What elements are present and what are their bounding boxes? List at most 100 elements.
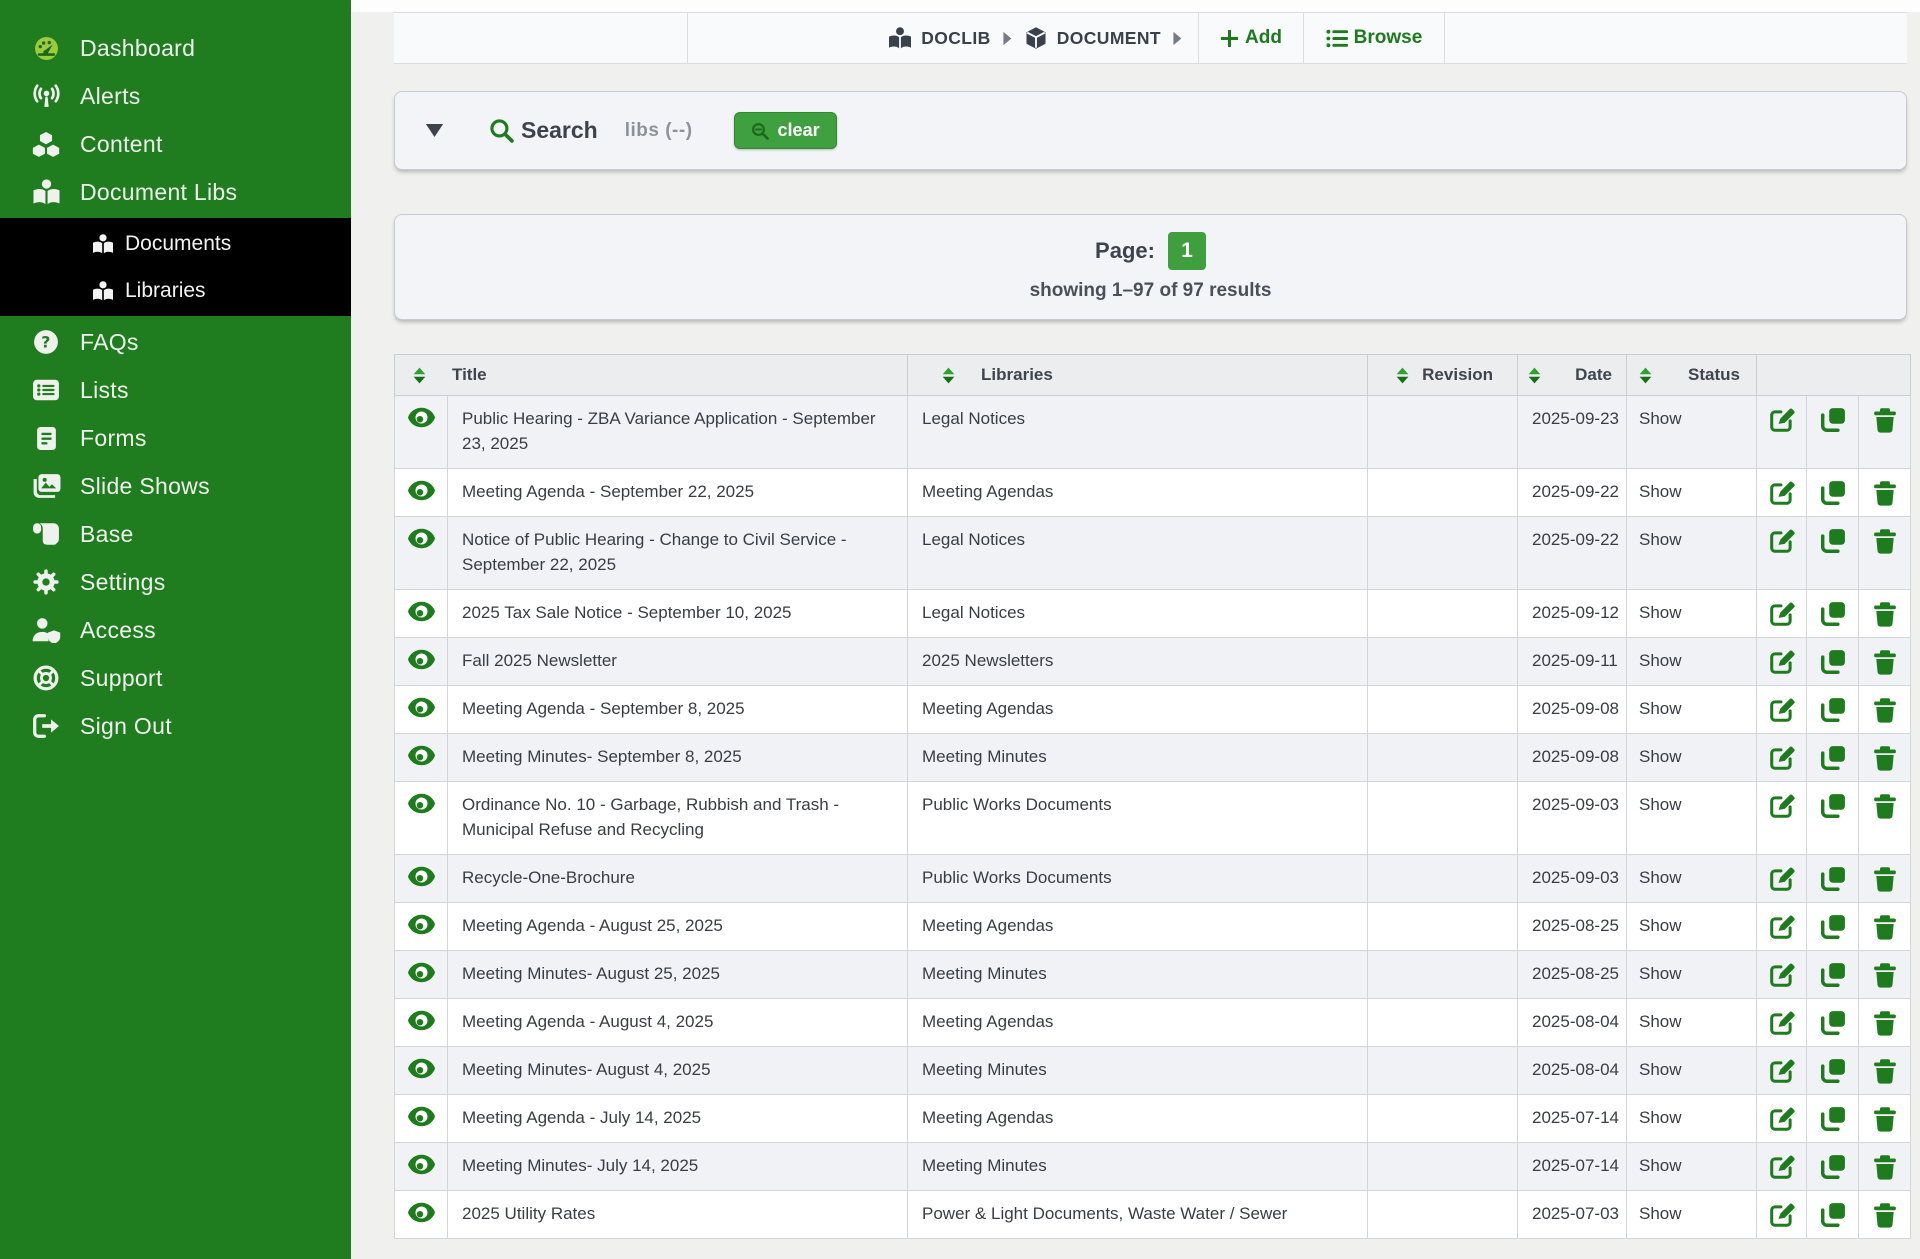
row-copy-button[interactable] [1807,902,1859,950]
column-header-status[interactable]: Status [1627,355,1757,396]
row-delete-button[interactable] [1859,902,1911,950]
sidebar-item-faqs[interactable]: FAQs [0,318,351,366]
row-copy-button[interactable] [1807,733,1859,781]
row-delete-button[interactable] [1859,396,1911,469]
sidebar-item-lists[interactable]: Lists [0,366,351,414]
row-view-button[interactable] [395,998,448,1046]
book-reader-icon [28,179,64,205]
row-copy-button[interactable] [1807,516,1859,589]
row-delete-button[interactable] [1859,1094,1911,1142]
row-delete-button[interactable] [1859,637,1911,685]
sidebar-item-document-libs[interactable]: Document Libs [0,168,351,216]
row-edit-button[interactable] [1757,781,1807,854]
browse-list-icon [1326,29,1348,48]
row-copy-button[interactable] [1807,854,1859,902]
sidebar-item-dashboard[interactable]: Dashboard [0,24,351,72]
column-header-libraries[interactable]: Libraries [908,355,1368,396]
row-edit-button[interactable] [1757,396,1807,469]
sidebar-item-support[interactable]: Support [0,654,351,702]
copy-icon [1808,1202,1857,1228]
row-copy-button[interactable] [1807,637,1859,685]
row-view-button[interactable] [395,1190,448,1238]
page-number-button[interactable]: 1 [1168,232,1206,270]
row-delete-button[interactable] [1859,854,1911,902]
search-collapse-toggle[interactable] [425,123,444,138]
column-header-date[interactable]: Date [1518,355,1627,396]
row-copy-button[interactable] [1807,1094,1859,1142]
row-view-button[interactable] [395,950,448,998]
sidebar-item-slide-shows[interactable]: Slide Shows [0,462,351,510]
sidebar-item-sign-out[interactable]: Sign Out [0,702,351,750]
row-edit-button[interactable] [1757,950,1807,998]
row-view-button[interactable] [395,1046,448,1094]
row-view-button[interactable] [395,1142,448,1190]
row-copy-button[interactable] [1807,781,1859,854]
row-edit-button[interactable] [1757,468,1807,516]
row-view-button[interactable] [395,902,448,950]
row-delete-button[interactable] [1859,589,1911,637]
row-delete-button[interactable] [1859,1046,1911,1094]
row-view-button[interactable] [395,516,448,589]
row-edit-button[interactable] [1757,685,1807,733]
sidebar-item-documents[interactable]: Documents [0,220,351,267]
row-view-button[interactable] [395,637,448,685]
row-copy-button[interactable] [1807,1142,1859,1190]
row-copy-button[interactable] [1807,998,1859,1046]
row-delete-button[interactable] [1859,685,1911,733]
row-edit-button[interactable] [1757,1094,1807,1142]
browse-button[interactable]: Browse [1303,13,1444,63]
row-copy-button[interactable] [1807,468,1859,516]
edit-icon [1758,649,1805,675]
row-copy-button[interactable] [1807,685,1859,733]
clear-search-button[interactable]: clear [734,112,837,149]
row-delete-button[interactable] [1859,781,1911,854]
row-copy-button[interactable] [1807,950,1859,998]
sidebar-item-libraries[interactable]: Libraries [0,267,351,314]
row-copy-button[interactable] [1807,589,1859,637]
sidebar-item-settings[interactable]: Settings [0,558,351,606]
row-copy-button[interactable] [1807,396,1859,469]
row-delete-button[interactable] [1859,1190,1911,1238]
breadcrumb-doclib[interactable]: DOCLIB [888,27,990,49]
row-edit-button[interactable] [1757,998,1807,1046]
sidebar-item-alerts[interactable]: Alerts [0,72,351,120]
row-view-button[interactable] [395,396,448,469]
edit-icon [1758,601,1805,627]
row-delete-button[interactable] [1859,468,1911,516]
row-edit-button[interactable] [1757,637,1807,685]
row-delete-button[interactable] [1859,733,1911,781]
row-delete-button[interactable] [1859,998,1911,1046]
sidebar-item-content[interactable]: Content [0,120,351,168]
row-view-button[interactable] [395,854,448,902]
add-button[interactable]: Add [1198,13,1303,63]
row-edit-button[interactable] [1757,1190,1807,1238]
row-copy-button[interactable] [1807,1190,1859,1238]
row-edit-button[interactable] [1757,516,1807,589]
row-copy-button[interactable] [1807,1046,1859,1094]
row-edit-button[interactable] [1757,733,1807,781]
row-view-button[interactable] [395,781,448,854]
sidebar-item-forms[interactable]: Forms [0,414,351,462]
row-revision [1368,1046,1518,1094]
row-edit-button[interactable] [1757,902,1807,950]
row-delete-button[interactable] [1859,950,1911,998]
row-edit-button[interactable] [1757,1142,1807,1190]
row-delete-button[interactable] [1859,1142,1911,1190]
row-view-button[interactable] [395,733,448,781]
column-header-revision[interactable]: Revision [1368,355,1518,396]
row-view-button[interactable] [395,685,448,733]
row-edit-button[interactable] [1757,589,1807,637]
row-title: 2025 Utility Rates [448,1190,908,1238]
sidebar-item-base[interactable]: Base [0,510,351,558]
breadcrumb-document[interactable]: DOCUMENT [1024,26,1161,50]
row-view-button[interactable] [395,468,448,516]
row-view-button[interactable] [395,1094,448,1142]
row-delete-button[interactable] [1859,516,1911,589]
sidebar-item-access[interactable]: Access [0,606,351,654]
row-edit-button[interactable] [1757,1046,1807,1094]
top-strip [351,0,1920,12]
row-view-button[interactable] [395,589,448,637]
row-edit-button[interactable] [1757,854,1807,902]
column-header-title[interactable]: Title [395,355,908,396]
copy-icon [1808,962,1857,988]
